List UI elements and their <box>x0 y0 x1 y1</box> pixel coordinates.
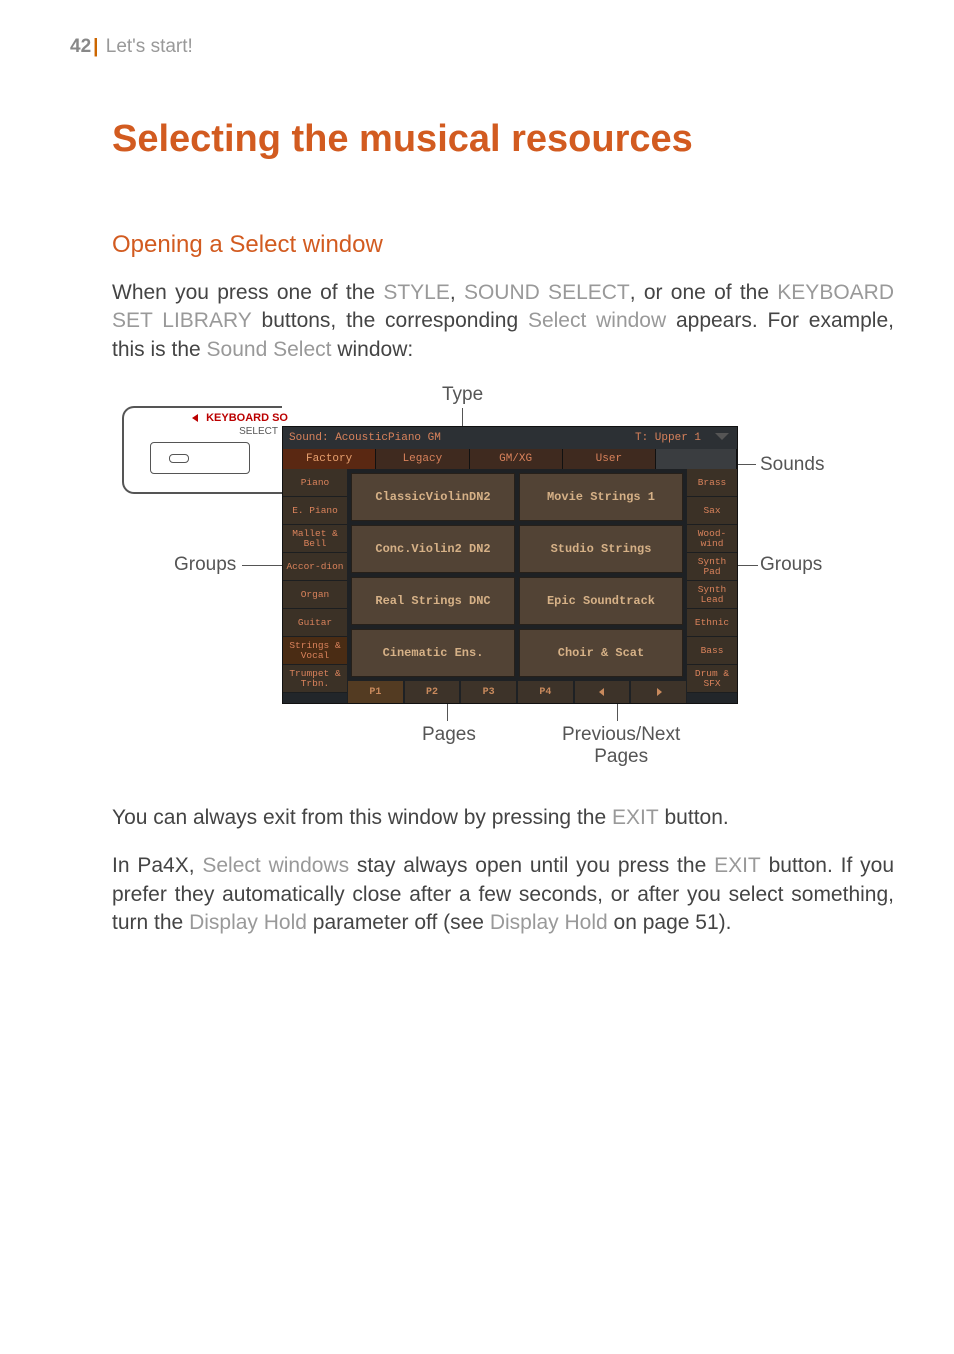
page-tab-p3[interactable]: P3 <box>461 681 516 703</box>
page-tab-p2[interactable]: P2 <box>405 681 460 703</box>
group-column-right: Brass Sax Wood-wind Synth Pad Synth Lead… <box>687 469 737 703</box>
triangle-left-icon <box>192 414 198 422</box>
sound-item[interactable]: Studio Strings <box>519 525 683 573</box>
annotation-pages: Pages <box>422 724 476 746</box>
group-sax[interactable]: Sax <box>687 497 737 525</box>
sound-item[interactable]: Cinematic Ens. <box>351 629 515 677</box>
page-title: Selecting the musical resources <box>112 118 894 161</box>
triangle-right-icon <box>654 687 664 697</box>
sounds-grid: ClassicViolinDN2 Movie Strings 1 Conc.Vi… <box>347 469 687 681</box>
paragraph-2: You can always exit from this window by … <box>112 804 894 832</box>
group-piano[interactable]: Piano <box>283 469 347 497</box>
sound-item[interactable]: Conc.Violin2 DN2 <box>351 525 515 573</box>
header-divider: | <box>93 36 98 57</box>
section-heading: Opening a Select window <box>112 231 894 259</box>
paragraph-3: In Pa4X, Select windows stay always open… <box>112 852 894 937</box>
type-tab-gmxg[interactable]: GM/XG <box>470 449 563 469</box>
screen-titlebar: Sound: AcousticPiano GM T: Upper 1 <box>283 427 737 449</box>
group-brass[interactable]: Brass <box>687 469 737 497</box>
group-guitar[interactable]: Guitar <box>283 609 347 637</box>
button-outline-icon <box>150 442 250 474</box>
page-tabs: P1 P2 P3 P4 <box>347 681 687 703</box>
sound-item[interactable]: ClassicViolinDN2 <box>351 473 515 521</box>
section-title: Let's start! <box>106 36 193 57</box>
group-accordion[interactable]: Accor-dion <box>283 553 347 581</box>
sound-item[interactable]: Movie Strings 1 <box>519 473 683 521</box>
type-tab-legacy[interactable]: Legacy <box>376 449 469 469</box>
group-mallet-bell[interactable]: Mallet & Bell <box>283 525 347 553</box>
annotation-groups-left: Groups <box>174 554 236 576</box>
figure-sound-select: Type Sounds Groups Groups Pages Previous… <box>112 384 894 784</box>
group-strings-vocal[interactable]: Strings & Vocal <box>283 637 347 665</box>
current-track-label: T: Upper 1 <box>635 432 707 444</box>
group-drum-sfx[interactable]: Drum & SFX <box>687 665 737 693</box>
sound-item[interactable]: Real Strings DNC <box>351 577 515 625</box>
group-trumpet-trbn[interactable]: Trumpet & Trbn. <box>283 665 347 693</box>
group-organ[interactable]: Organ <box>283 581 347 609</box>
triangle-left-icon <box>597 687 607 697</box>
page-tab-p1[interactable]: P1 <box>348 681 403 703</box>
group-bass[interactable]: Bass <box>687 637 737 665</box>
group-ethnic[interactable]: Ethnic <box>687 609 737 637</box>
annotation-sounds: Sounds <box>760 454 824 476</box>
page-header: 42| Let's start! <box>70 36 894 58</box>
page-prev-button[interactable] <box>575 681 630 703</box>
type-tab-blank <box>656 449 737 469</box>
group-woodwind[interactable]: Wood-wind <box>687 525 737 553</box>
current-sound-label: Sound: AcousticPiano GM <box>283 432 635 444</box>
page-tab-p4[interactable]: P4 <box>518 681 573 703</box>
type-tab-user[interactable]: User <box>563 449 656 469</box>
sound-item[interactable]: Choir & Scat <box>519 629 683 677</box>
triangle-down-icon <box>715 433 729 440</box>
group-epiano[interactable]: E. Piano <box>283 497 347 525</box>
hardware-keyboard-select-button: KEYBOARD SO SELECT <box>122 406 282 494</box>
page-number: 42 <box>70 36 91 57</box>
annotation-groups-right: Groups <box>760 554 822 576</box>
paragraph-1: When you press one of the STYLE, SOUND S… <box>112 279 894 364</box>
group-synth-pad[interactable]: Synth Pad <box>687 553 737 581</box>
type-tab-factory[interactable]: Factory <box>283 449 376 469</box>
type-tabs: Factory Legacy GM/XG User <box>283 449 737 469</box>
sound-item[interactable]: Epic Soundtrack <box>519 577 683 625</box>
annotation-prevnext: Previous/Next Pages <box>562 724 680 768</box>
sound-select-screen: Sound: AcousticPiano GM T: Upper 1 Facto… <box>282 426 738 704</box>
page-next-button[interactable] <box>631 681 686 703</box>
annotation-type: Type <box>442 384 483 406</box>
group-column-left: Piano E. Piano Mallet & Bell Accor-dion … <box>283 469 347 703</box>
group-synth-lead[interactable]: Synth Lead <box>687 581 737 609</box>
menu-dropdown-button[interactable] <box>707 432 737 444</box>
